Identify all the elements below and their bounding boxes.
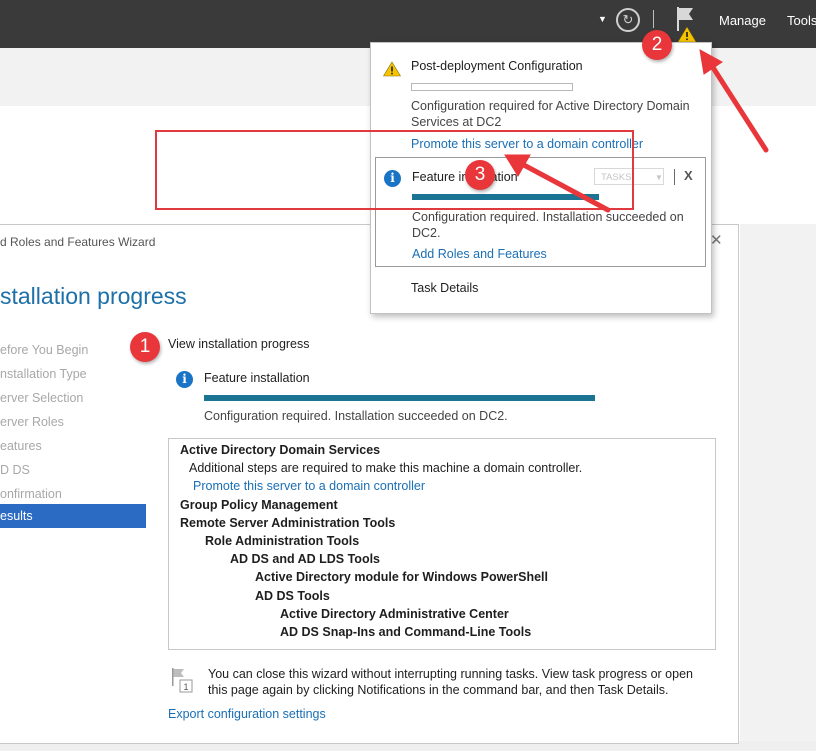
flag-badge-number: 1 <box>183 682 188 692</box>
nav-server-selection[interactable]: erver Selection <box>0 391 83 405</box>
refresh-icon[interactable]: ↻ <box>616 8 640 32</box>
task-details-link[interactable]: Task Details <box>411 281 478 295</box>
result-link[interactable]: Promote this server to a domain controll… <box>193 479 425 493</box>
installation-progress-bar <box>204 395 595 401</box>
result-row: Group Policy Management <box>180 497 338 512</box>
dropdown-arrow-icon[interactable]: ▼ <box>598 14 607 24</box>
highlight-box <box>155 130 634 210</box>
card-divider <box>674 169 675 185</box>
nav-features[interactable]: eatures <box>0 439 42 453</box>
view-progress-label: View installation progress <box>168 337 310 351</box>
add-roles-link[interactable]: Add Roles and Features <box>412 247 547 261</box>
export-configuration-link[interactable]: Export configuration settings <box>168 707 326 721</box>
nav-results-selected[interactable]: esults <box>0 504 146 528</box>
nav-before-you-begin[interactable]: efore You Begin <box>0 343 88 357</box>
result-row: Active Directory Domain Services <box>180 443 381 457</box>
close-wizard-note: You can close this wizard without interr… <box>208 667 693 697</box>
result-row: AD DS Tools <box>255 588 330 603</box>
notification-flag-icon: 1 <box>172 668 193 693</box>
warning-icon <box>383 61 401 77</box>
nav-installation-type[interactable]: nstallation Type <box>0 367 87 381</box>
post-deployment-progress-bar <box>411 83 573 91</box>
nav-results-label: esults <box>0 509 33 523</box>
nav-confirmation[interactable]: onfirmation <box>0 487 62 501</box>
dashboard-side-pane <box>740 224 816 751</box>
result-row: AD DS and AD LDS Tools <box>230 552 380 567</box>
dismiss-button[interactable]: X <box>684 168 693 183</box>
callout-badge-2: 2 <box>642 30 672 60</box>
result-row: Remote Server Administration Tools <box>180 515 396 530</box>
result-row: Role Administration Tools <box>205 534 360 548</box>
wizard-title: d Roles and Features Wizard <box>0 235 156 249</box>
page-title: stallation progress <box>0 283 187 309</box>
chevron-down-icon: ▼ <box>655 173 663 182</box>
results-scrollbar[interactable]: ▲ ▼ <box>715 439 716 649</box>
nav-server-roles[interactable]: erver Roles <box>0 415 64 429</box>
result-row: AD DS Snap-Ins and Command-Line Tools <box>280 625 532 639</box>
notifications-flag-icon[interactable] <box>674 4 698 44</box>
tools-menu[interactable]: Tools <box>787 13 816 28</box>
installation-status: Configuration required. Installation suc… <box>204 409 508 423</box>
info-icon: i <box>176 371 193 388</box>
results-list[interactable]: Active Directory Domain Services Addition… <box>168 438 716 650</box>
command-bar: ▼ ↻ Manage Tools <box>0 0 816 48</box>
callout-badge-1: 1 <box>130 332 160 362</box>
result-row: Active Directory Administrative Center <box>280 606 509 621</box>
feature-status-text: Configuration required. Installation suc… <box>412 210 684 240</box>
toolbar-divider <box>653 10 654 28</box>
result-row: Additional steps are required to make th… <box>189 461 583 476</box>
post-deployment-text: Configuration required for Active Direct… <box>411 99 690 129</box>
post-deployment-title: Post-deployment Configuration <box>411 59 583 73</box>
callout-badge-3: 3 <box>465 160 495 190</box>
result-row: Active Directory module for Windows Powe… <box>255 570 548 585</box>
feature-installation-title: Feature installation <box>204 371 310 385</box>
manage-menu[interactable]: Manage <box>719 13 766 28</box>
nav-ad-ds[interactable]: D DS <box>0 463 30 477</box>
